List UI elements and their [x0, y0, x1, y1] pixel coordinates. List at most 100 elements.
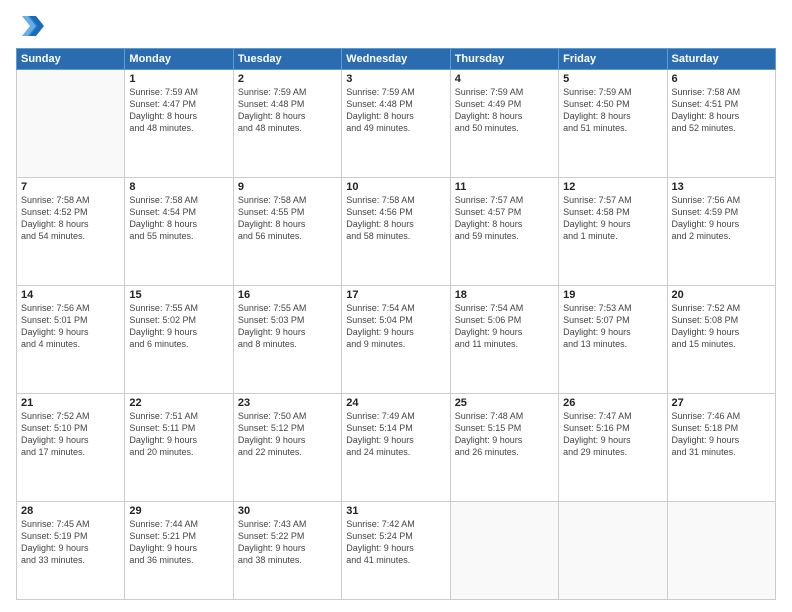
week-row-2: 7Sunrise: 7:58 AM Sunset: 4:52 PM Daylig…: [17, 177, 776, 285]
page-container: SundayMondayTuesdayWednesdayThursdayFrid…: [0, 0, 792, 612]
day-number: 16: [238, 289, 337, 301]
day-info: Sunrise: 7:56 AM Sunset: 4:59 PM Dayligh…: [672, 194, 771, 243]
day-header-monday: Monday: [125, 49, 233, 70]
calendar-cell: 21Sunrise: 7:52 AM Sunset: 5:10 PM Dayli…: [17, 393, 125, 501]
day-info: Sunrise: 7:43 AM Sunset: 5:22 PM Dayligh…: [238, 518, 337, 567]
header-row: SundayMondayTuesdayWednesdayThursdayFrid…: [17, 49, 776, 70]
day-number: 4: [455, 73, 554, 85]
calendar-cell: 29Sunrise: 7:44 AM Sunset: 5:21 PM Dayli…: [125, 501, 233, 599]
day-info: Sunrise: 7:57 AM Sunset: 4:58 PM Dayligh…: [563, 194, 662, 243]
calendar-table: SundayMondayTuesdayWednesdayThursdayFrid…: [16, 48, 776, 600]
day-number: 18: [455, 289, 554, 301]
day-number: 2: [238, 73, 337, 85]
day-number: 11: [455, 181, 554, 193]
calendar-cell: 26Sunrise: 7:47 AM Sunset: 5:16 PM Dayli…: [559, 393, 667, 501]
day-info: Sunrise: 7:59 AM Sunset: 4:47 PM Dayligh…: [129, 86, 228, 135]
calendar-cell: 7Sunrise: 7:58 AM Sunset: 4:52 PM Daylig…: [17, 177, 125, 285]
day-info: Sunrise: 7:53 AM Sunset: 5:07 PM Dayligh…: [563, 302, 662, 351]
day-number: 31: [346, 505, 445, 517]
day-number: 3: [346, 73, 445, 85]
week-row-5: 28Sunrise: 7:45 AM Sunset: 5:19 PM Dayli…: [17, 501, 776, 599]
calendar-cell: 18Sunrise: 7:54 AM Sunset: 5:06 PM Dayli…: [450, 285, 558, 393]
day-number: 21: [21, 397, 120, 409]
calendar-cell: 24Sunrise: 7:49 AM Sunset: 5:14 PM Dayli…: [342, 393, 450, 501]
day-info: Sunrise: 7:58 AM Sunset: 4:55 PM Dayligh…: [238, 194, 337, 243]
calendar-cell: 16Sunrise: 7:55 AM Sunset: 5:03 PM Dayli…: [233, 285, 341, 393]
day-info: Sunrise: 7:54 AM Sunset: 5:04 PM Dayligh…: [346, 302, 445, 351]
calendar-cell: 11Sunrise: 7:57 AM Sunset: 4:57 PM Dayli…: [450, 177, 558, 285]
day-number: 17: [346, 289, 445, 301]
day-info: Sunrise: 7:42 AM Sunset: 5:24 PM Dayligh…: [346, 518, 445, 567]
day-number: 12: [563, 181, 662, 193]
calendar-cell: 9Sunrise: 7:58 AM Sunset: 4:55 PM Daylig…: [233, 177, 341, 285]
day-info: Sunrise: 7:51 AM Sunset: 5:11 PM Dayligh…: [129, 410, 228, 459]
calendar-cell: 6Sunrise: 7:58 AM Sunset: 4:51 PM Daylig…: [667, 70, 775, 178]
day-info: Sunrise: 7:45 AM Sunset: 5:19 PM Dayligh…: [21, 518, 120, 567]
day-info: Sunrise: 7:55 AM Sunset: 5:03 PM Dayligh…: [238, 302, 337, 351]
day-info: Sunrise: 7:59 AM Sunset: 4:50 PM Dayligh…: [563, 86, 662, 135]
day-info: Sunrise: 7:52 AM Sunset: 5:10 PM Dayligh…: [21, 410, 120, 459]
day-header-tuesday: Tuesday: [233, 49, 341, 70]
day-header-wednesday: Wednesday: [342, 49, 450, 70]
day-info: Sunrise: 7:59 AM Sunset: 4:49 PM Dayligh…: [455, 86, 554, 135]
calendar-cell: 4Sunrise: 7:59 AM Sunset: 4:49 PM Daylig…: [450, 70, 558, 178]
day-number: 8: [129, 181, 228, 193]
day-number: 15: [129, 289, 228, 301]
day-header-friday: Friday: [559, 49, 667, 70]
calendar-cell: 31Sunrise: 7:42 AM Sunset: 5:24 PM Dayli…: [342, 501, 450, 599]
calendar-cell: 23Sunrise: 7:50 AM Sunset: 5:12 PM Dayli…: [233, 393, 341, 501]
day-info: Sunrise: 7:52 AM Sunset: 5:08 PM Dayligh…: [672, 302, 771, 351]
day-number: 20: [672, 289, 771, 301]
calendar-cell: [17, 70, 125, 178]
calendar-cell: 3Sunrise: 7:59 AM Sunset: 4:48 PM Daylig…: [342, 70, 450, 178]
header: [16, 12, 776, 40]
day-number: 22: [129, 397, 228, 409]
day-info: Sunrise: 7:47 AM Sunset: 5:16 PM Dayligh…: [563, 410, 662, 459]
day-number: 9: [238, 181, 337, 193]
day-number: 26: [563, 397, 662, 409]
day-info: Sunrise: 7:58 AM Sunset: 4:56 PM Dayligh…: [346, 194, 445, 243]
day-info: Sunrise: 7:57 AM Sunset: 4:57 PM Dayligh…: [455, 194, 554, 243]
day-number: 27: [672, 397, 771, 409]
day-number: 29: [129, 505, 228, 517]
calendar-cell: 8Sunrise: 7:58 AM Sunset: 4:54 PM Daylig…: [125, 177, 233, 285]
day-number: 23: [238, 397, 337, 409]
day-header-sunday: Sunday: [17, 49, 125, 70]
logo: [16, 12, 46, 40]
calendar-cell: 14Sunrise: 7:56 AM Sunset: 5:01 PM Dayli…: [17, 285, 125, 393]
calendar-cell: 2Sunrise: 7:59 AM Sunset: 4:48 PM Daylig…: [233, 70, 341, 178]
day-number: 10: [346, 181, 445, 193]
calendar-cell: 15Sunrise: 7:55 AM Sunset: 5:02 PM Dayli…: [125, 285, 233, 393]
day-info: Sunrise: 7:56 AM Sunset: 5:01 PM Dayligh…: [21, 302, 120, 351]
day-number: 30: [238, 505, 337, 517]
day-info: Sunrise: 7:50 AM Sunset: 5:12 PM Dayligh…: [238, 410, 337, 459]
day-info: Sunrise: 7:44 AM Sunset: 5:21 PM Dayligh…: [129, 518, 228, 567]
day-number: 25: [455, 397, 554, 409]
day-info: Sunrise: 7:58 AM Sunset: 4:54 PM Dayligh…: [129, 194, 228, 243]
logo-icon: [16, 12, 44, 40]
calendar-cell: [450, 501, 558, 599]
calendar-cell: 28Sunrise: 7:45 AM Sunset: 5:19 PM Dayli…: [17, 501, 125, 599]
calendar-cell: 17Sunrise: 7:54 AM Sunset: 5:04 PM Dayli…: [342, 285, 450, 393]
day-info: Sunrise: 7:58 AM Sunset: 4:51 PM Dayligh…: [672, 86, 771, 135]
calendar-cell: [559, 501, 667, 599]
day-header-saturday: Saturday: [667, 49, 775, 70]
day-info: Sunrise: 7:49 AM Sunset: 5:14 PM Dayligh…: [346, 410, 445, 459]
week-row-3: 14Sunrise: 7:56 AM Sunset: 5:01 PM Dayli…: [17, 285, 776, 393]
calendar-cell: 10Sunrise: 7:58 AM Sunset: 4:56 PM Dayli…: [342, 177, 450, 285]
calendar-cell: 25Sunrise: 7:48 AM Sunset: 5:15 PM Dayli…: [450, 393, 558, 501]
day-info: Sunrise: 7:54 AM Sunset: 5:06 PM Dayligh…: [455, 302, 554, 351]
day-number: 13: [672, 181, 771, 193]
calendar-cell: 30Sunrise: 7:43 AM Sunset: 5:22 PM Dayli…: [233, 501, 341, 599]
day-number: 19: [563, 289, 662, 301]
calendar-cell: 12Sunrise: 7:57 AM Sunset: 4:58 PM Dayli…: [559, 177, 667, 285]
week-row-1: 1Sunrise: 7:59 AM Sunset: 4:47 PM Daylig…: [17, 70, 776, 178]
day-info: Sunrise: 7:55 AM Sunset: 5:02 PM Dayligh…: [129, 302, 228, 351]
week-row-4: 21Sunrise: 7:52 AM Sunset: 5:10 PM Dayli…: [17, 393, 776, 501]
day-info: Sunrise: 7:46 AM Sunset: 5:18 PM Dayligh…: [672, 410, 771, 459]
day-info: Sunrise: 7:58 AM Sunset: 4:52 PM Dayligh…: [21, 194, 120, 243]
day-number: 24: [346, 397, 445, 409]
day-info: Sunrise: 7:59 AM Sunset: 4:48 PM Dayligh…: [238, 86, 337, 135]
calendar-cell: 5Sunrise: 7:59 AM Sunset: 4:50 PM Daylig…: [559, 70, 667, 178]
day-header-thursday: Thursday: [450, 49, 558, 70]
